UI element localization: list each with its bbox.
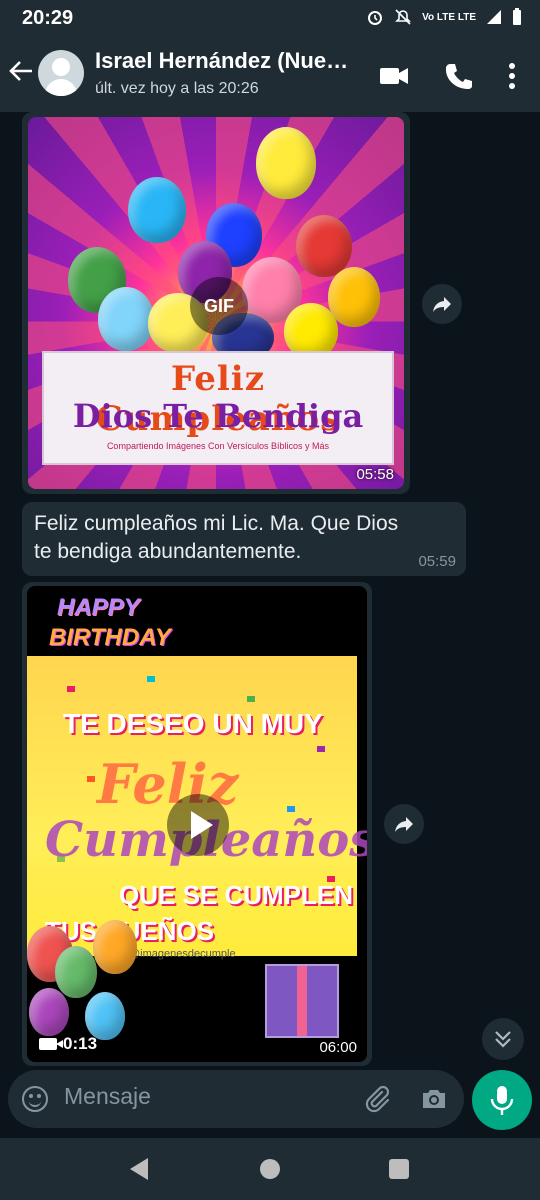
gift-box bbox=[265, 964, 339, 1038]
mic-button[interactable] bbox=[472, 1070, 532, 1130]
gif-text-line-2: Dios Te Bendiga bbox=[72, 397, 364, 435]
mic-icon bbox=[490, 1086, 514, 1115]
avatar[interactable] bbox=[38, 50, 84, 96]
nav-recents-icon[interactable] bbox=[389, 1159, 409, 1179]
status-icons: Vo LTE LTE bbox=[366, 8, 522, 26]
double-chevron-down-icon bbox=[495, 1031, 511, 1048]
scroll-to-bottom-button[interactable] bbox=[482, 1018, 524, 1060]
forward-icon bbox=[395, 817, 413, 832]
alarm-icon bbox=[368, 11, 383, 25]
play-button[interactable] bbox=[167, 794, 229, 856]
camera-icon[interactable] bbox=[420, 1086, 448, 1112]
more-vertical-icon[interactable] bbox=[496, 60, 528, 92]
message-body: Feliz cumpleaños mi Lic. Ma. Que Dios te… bbox=[34, 512, 399, 563]
message-composer[interactable]: Mensaje bbox=[8, 1070, 464, 1128]
video-text-line-4: QUE SE CUMPLEN bbox=[119, 880, 354, 910]
forward-button[interactable] bbox=[384, 804, 424, 844]
video-text-happy: HAPPY bbox=[57, 594, 140, 621]
message-video[interactable]: HAPPY BIRTHDAY TE DESEO UN MUY Feliz Cum… bbox=[22, 582, 372, 1066]
forward-icon bbox=[433, 297, 451, 312]
network-label: Vo LTE LTE bbox=[422, 11, 476, 23]
forward-button[interactable] bbox=[422, 284, 462, 324]
gif-text-line-3: Compartiendo Imágenes Con Versículos Bíb… bbox=[106, 441, 330, 451]
duration-text: 0:13 bbox=[63, 1034, 98, 1053]
video-text-handle: @imagenesdecumple bbox=[129, 948, 236, 960]
gif-badge[interactable]: GIF bbox=[190, 277, 248, 335]
phone-icon[interactable] bbox=[442, 60, 474, 92]
signal-icon bbox=[487, 10, 501, 24]
chat-header: Israel Hernández (Nue… últ. vez hoy a la… bbox=[0, 36, 540, 112]
message-text[interactable]: Feliz cumpleaños mi Lic. Ma. Que Dios te… bbox=[22, 502, 466, 576]
mute-icon bbox=[395, 9, 412, 25]
video-call-icon[interactable] bbox=[378, 60, 410, 92]
system-nav-bar bbox=[0, 1138, 540, 1200]
video-duration: 0:13 bbox=[39, 1034, 97, 1054]
gif-banner: Feliz Cumpleaños Dios Te Bendiga Compart… bbox=[42, 351, 394, 465]
paperclip-icon[interactable] bbox=[362, 1084, 392, 1114]
message-input[interactable]: Mensaje bbox=[64, 1083, 151, 1110]
nav-home-icon[interactable] bbox=[260, 1159, 280, 1179]
chat-area[interactable]: Feliz Cumpleaños Dios Te Bendiga Compart… bbox=[0, 112, 540, 1072]
message-time: 06:00 bbox=[319, 1039, 357, 1056]
battery-icon bbox=[513, 8, 521, 25]
emoji-icon[interactable] bbox=[22, 1086, 48, 1112]
message-gif[interactable]: Feliz Cumpleaños Dios Te Bendiga Compart… bbox=[22, 112, 410, 494]
nav-back-icon[interactable] bbox=[130, 1158, 148, 1180]
status-bar: 20:29 Vo LTE LTE bbox=[0, 0, 540, 36]
video-camera-icon bbox=[39, 1038, 63, 1050]
back-arrow-icon[interactable] bbox=[8, 58, 34, 90]
gif-image[interactable]: Feliz Cumpleaños Dios Te Bendiga Compart… bbox=[28, 117, 404, 489]
video-text-line-1: TE DESEO UN MUY bbox=[63, 708, 323, 739]
video-thumbnail[interactable]: HAPPY BIRTHDAY TE DESEO UN MUY Feliz Cum… bbox=[27, 586, 367, 1062]
message-time: 05:58 bbox=[356, 466, 394, 483]
message-time: 05:59 bbox=[418, 553, 456, 570]
last-seen: últ. vez hoy a las 20:26 bbox=[95, 80, 259, 97]
status-time: 20:29 bbox=[22, 7, 74, 29]
video-text-birthday: BIRTHDAY bbox=[49, 624, 171, 651]
contact-name[interactable]: Israel Hernández (Nue… bbox=[95, 48, 365, 74]
